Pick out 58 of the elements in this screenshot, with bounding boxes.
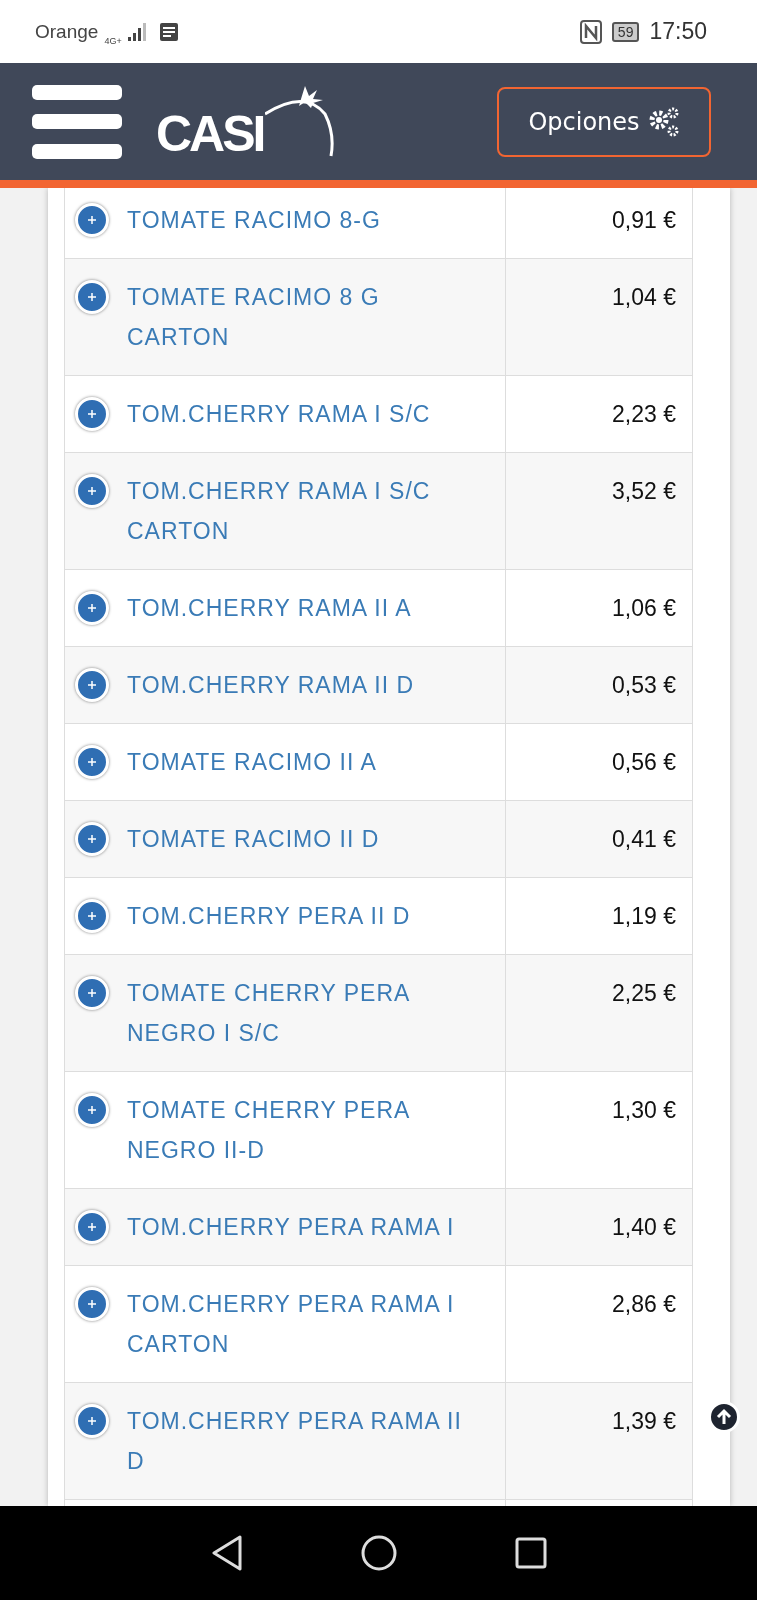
product-name: TOM.CHERRY RAMA II A xyxy=(127,594,412,623)
expand-icon[interactable] xyxy=(75,822,109,856)
product-name: TOMATE CHERRY PERA NEGRO I S/C xyxy=(127,979,411,1048)
price-cell-text: 1,30 € xyxy=(611,1096,677,1125)
price-cell-text: 1,19 € xyxy=(611,902,677,931)
expand-icon[interactable] xyxy=(75,745,109,779)
product-name: TOM.CHERRY RAMA II D xyxy=(127,671,415,700)
expand-icon[interactable] xyxy=(75,474,109,508)
message-icon xyxy=(159,22,178,41)
home-icon[interactable] xyxy=(360,1535,397,1571)
product-name: TOM.CHERRY PERA RAMA I CARTON xyxy=(127,1290,456,1359)
carrier-name: Orange xyxy=(35,20,99,43)
product-name: TOMATE RACIMO II A xyxy=(127,748,377,777)
expand-icon[interactable] xyxy=(75,976,109,1010)
expand-icon[interactable] xyxy=(75,591,109,625)
product-name: TOM.CHERRY RAMA I S/C xyxy=(127,400,431,429)
options-button[interactable]: Opciones xyxy=(497,86,711,157)
price-cell-text: 1,06 € xyxy=(611,594,677,623)
price-cell-text: 1,04 € xyxy=(611,283,677,312)
product-name: TOMATE RACIMO 8-G xyxy=(127,206,381,235)
expand-icon[interactable] xyxy=(75,1404,109,1438)
arrow-up-icon xyxy=(716,1408,732,1426)
clock-time: 17:50 xyxy=(649,18,707,45)
product-name: TOMATE RACIMO 8 G CARTON xyxy=(127,283,381,352)
product-name: TOMATE RACIMO II D xyxy=(127,825,380,854)
product-name: TOM.CHERRY PERA RAMA II D xyxy=(127,1407,463,1476)
price-cell-text: 0,56 € xyxy=(611,748,677,777)
expand-icon[interactable] xyxy=(75,1093,109,1127)
expand-icon[interactable] xyxy=(75,203,109,237)
nfc-icon xyxy=(579,19,602,44)
expand-icon[interactable] xyxy=(75,280,109,314)
product-name: TOM.CHERRY RAMA I S/C CARTON xyxy=(127,477,432,546)
expand-icon[interactable] xyxy=(75,668,109,702)
signal-icon xyxy=(127,22,148,41)
logo-arc-icon xyxy=(265,84,336,159)
back-icon[interactable] xyxy=(210,1535,243,1571)
network-type: 4G+ xyxy=(104,35,122,46)
gears-icon xyxy=(647,105,680,138)
logo-text: CASI xyxy=(156,109,264,159)
expand-icon[interactable] xyxy=(75,397,109,431)
price-cell-text: 1,40 € xyxy=(611,1213,677,1242)
product-name: TOM.CHERRY PERA II D xyxy=(127,902,411,931)
price-cell-text: 3,52 € xyxy=(611,477,677,506)
price-cell-text: 1,39 € xyxy=(611,1407,677,1436)
recents-icon[interactable] xyxy=(514,1537,547,1569)
price-cell-text: 2,23 € xyxy=(611,400,677,429)
expand-icon[interactable] xyxy=(75,1210,109,1244)
price-cell-text: 0,41 € xyxy=(611,825,677,854)
price-cell-text: 0,91 € xyxy=(611,206,677,235)
price-cell-text: 0,53 € xyxy=(611,671,677,700)
menu-icon[interactable] xyxy=(32,84,122,159)
product-name: TOM.CHERRY PERA RAMA I xyxy=(127,1213,455,1242)
expand-icon[interactable] xyxy=(75,1287,109,1321)
expand-icon[interactable] xyxy=(75,899,109,933)
battery-level: 59 xyxy=(611,21,640,42)
product-name: TOMATE CHERRY PERA NEGRO II-D xyxy=(127,1096,411,1165)
price-cell-text: 2,25 € xyxy=(611,979,677,1008)
price-cell-text: 2,86 € xyxy=(611,1290,677,1319)
